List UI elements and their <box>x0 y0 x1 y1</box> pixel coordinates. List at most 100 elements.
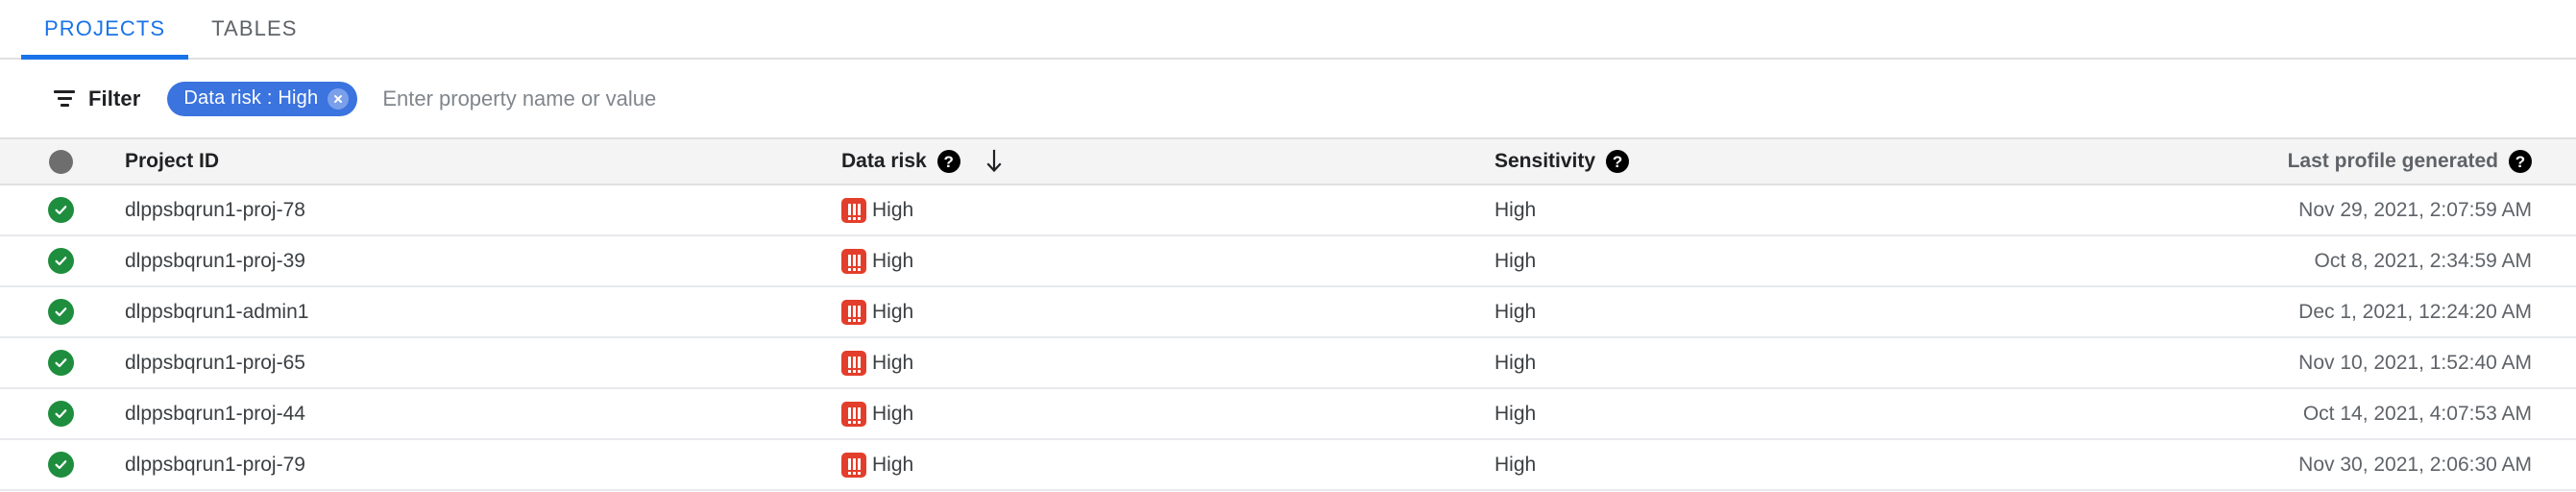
row-last-profile-generated: Nov 29, 2021, 2:07:59 AM <box>2186 199 2576 222</box>
row-data-risk-text: High <box>872 249 914 272</box>
row-last-profile-generated-text: Dec 1, 2021, 12:24:20 AM <box>2298 300 2532 323</box>
table-row[interactable]: dlppsbqrun1-proj-79 High High Nov 30, 20… <box>0 440 2576 491</box>
row-data-risk-text: High <box>872 300 914 323</box>
table-header-row: Project ID Data risk ? Sensitivity ? Las… <box>0 137 2576 185</box>
close-icon[interactable] <box>328 87 350 110</box>
row-sensitivity-text: High <box>1495 198 1537 221</box>
high-risk-icon <box>841 299 866 325</box>
header-project-id[interactable]: Project ID <box>121 150 841 173</box>
row-last-profile-generated: Nov 10, 2021, 1:52:40 AM <box>2186 352 2576 375</box>
row-last-profile-generated: Oct 14, 2021, 4:07:53 AM <box>2186 403 2576 426</box>
row-data-risk: High <box>841 350 1495 376</box>
check-circle-icon <box>47 299 74 325</box>
row-project-id-text: dlppsbqrun1-proj-79 <box>125 453 305 476</box>
high-risk-icon <box>841 401 866 427</box>
check-circle-icon <box>47 197 74 223</box>
row-project-id-text: dlppsbqrun1-proj-44 <box>125 402 305 425</box>
selection-circle-icon[interactable] <box>48 149 73 174</box>
row-project-id-text: dlppsbqrun1-admin1 <box>125 300 309 323</box>
row-project-id-text: dlppsbqrun1-proj-65 <box>125 351 305 374</box>
arrow-down-icon[interactable] <box>984 149 1005 174</box>
header-project-id-label: Project ID <box>125 150 220 172</box>
row-status-cell[interactable] <box>0 248 121 274</box>
check-circle-icon <box>47 350 74 376</box>
high-risk-icon <box>841 248 866 274</box>
row-status-cell[interactable] <box>0 197 121 223</box>
row-sensitivity-text: High <box>1495 300 1537 323</box>
row-last-profile-generated-text: Nov 10, 2021, 1:52:40 AM <box>2298 351 2532 374</box>
row-project-id[interactable]: dlppsbqrun1-proj-65 <box>121 352 841 375</box>
header-last-profile-generated-label: Last profile generated <box>2287 150 2498 172</box>
tab-bar: PROJECTS TABLES <box>0 0 2576 60</box>
row-data-risk: High <box>841 299 1495 325</box>
row-sensitivity-text: High <box>1495 453 1537 476</box>
row-sensitivity: High <box>1495 403 2186 426</box>
header-last-profile-generated[interactable]: Last profile generated ? <box>2186 150 2576 173</box>
data-profiles-panel: PROJECTS TABLES Filter Data risk : High <box>0 0 2576 492</box>
table-row[interactable]: dlppsbqrun1-proj-39 High High Oct 8, 202… <box>0 236 2576 287</box>
row-sensitivity: High <box>1495 352 2186 375</box>
tab-projects[interactable]: PROJECTS <box>21 0 189 60</box>
header-select-column[interactable] <box>0 149 121 174</box>
tab-tables-label: TABLES <box>211 16 298 40</box>
row-project-id-text: dlppsbqrun1-proj-78 <box>125 198 305 221</box>
row-last-profile-generated: Oct 8, 2021, 2:34:59 AM <box>2186 250 2576 273</box>
header-sensitivity[interactable]: Sensitivity ? <box>1495 150 2186 173</box>
row-sensitivity: High <box>1495 301 2186 324</box>
row-project-id[interactable]: dlppsbqrun1-proj-78 <box>121 199 841 222</box>
row-data-risk-text: High <box>872 402 914 425</box>
help-icon[interactable]: ? <box>2509 150 2532 173</box>
row-data-risk: High <box>841 197 1495 223</box>
tab-tables[interactable]: TABLES <box>188 0 320 58</box>
row-data-risk: High <box>841 248 1495 274</box>
table-row[interactable]: dlppsbqrun1-admin1 High High Dec 1, 2021… <box>0 287 2576 338</box>
filter-bar: Filter Data risk : High <box>0 60 2576 137</box>
check-circle-icon <box>47 248 74 274</box>
help-icon[interactable]: ? <box>1606 150 1630 173</box>
filter-chip-label: Data risk : High <box>183 87 319 109</box>
table-row[interactable]: dlppsbqrun1-proj-44 High High Oct 14, 20… <box>0 389 2576 440</box>
row-last-profile-generated: Dec 1, 2021, 12:24:20 AM <box>2186 301 2576 324</box>
row-project-id[interactable]: dlppsbqrun1-proj-44 <box>121 403 841 426</box>
row-project-id[interactable]: dlppsbqrun1-admin1 <box>121 301 841 324</box>
row-status-cell[interactable] <box>0 401 121 427</box>
table-row[interactable]: dlppsbqrun1-proj-78 High High Nov 29, 20… <box>0 185 2576 236</box>
row-project-id-text: dlppsbqrun1-proj-39 <box>125 249 305 272</box>
row-data-risk: High <box>841 401 1495 427</box>
row-status-cell[interactable] <box>0 452 121 478</box>
row-project-id[interactable]: dlppsbqrun1-proj-39 <box>121 250 841 273</box>
high-risk-icon <box>841 452 866 478</box>
check-circle-icon <box>47 401 74 427</box>
row-data-risk-text: High <box>872 351 914 374</box>
filter-label[interactable]: Filter <box>88 86 140 111</box>
table-body: dlppsbqrun1-proj-78 High High Nov 29, 20… <box>0 185 2576 491</box>
projects-table: Project ID Data risk ? Sensitivity ? Las… <box>0 137 2576 491</box>
row-status-cell[interactable] <box>0 299 121 325</box>
row-sensitivity: High <box>1495 454 2186 477</box>
high-risk-icon <box>841 197 866 223</box>
table-row[interactable]: dlppsbqrun1-proj-65 High High Nov 10, 20… <box>0 338 2576 389</box>
row-sensitivity: High <box>1495 250 2186 273</box>
help-icon[interactable]: ? <box>936 150 960 173</box>
row-data-risk: High <box>841 452 1495 478</box>
header-data-risk-label: Data risk <box>841 150 927 172</box>
row-last-profile-generated: Nov 30, 2021, 2:06:30 AM <box>2186 454 2576 477</box>
row-sensitivity-text: High <box>1495 249 1537 272</box>
row-project-id[interactable]: dlppsbqrun1-proj-79 <box>121 454 841 477</box>
row-last-profile-generated-text: Nov 29, 2021, 2:07:59 AM <box>2298 198 2532 221</box>
row-sensitivity-text: High <box>1495 402 1537 425</box>
row-last-profile-generated-text: Nov 30, 2021, 2:06:30 AM <box>2298 453 2532 476</box>
header-data-risk[interactable]: Data risk ? <box>841 149 1495 174</box>
row-status-cell[interactable] <box>0 350 121 376</box>
filter-input[interactable] <box>382 86 1248 111</box>
row-sensitivity: High <box>1495 199 2186 222</box>
row-sensitivity-text: High <box>1495 351 1537 374</box>
tab-projects-label: PROJECTS <box>44 16 166 40</box>
row-last-profile-generated-text: Oct 14, 2021, 4:07:53 AM <box>2302 402 2532 425</box>
row-last-profile-generated-text: Oct 8, 2021, 2:34:59 AM <box>2314 249 2532 272</box>
high-risk-icon <box>841 350 866 376</box>
filter-icon[interactable] <box>52 86 77 111</box>
check-circle-icon <box>47 452 74 478</box>
filter-chip-data-risk[interactable]: Data risk : High <box>167 81 358 116</box>
row-data-risk-text: High <box>872 198 914 221</box>
